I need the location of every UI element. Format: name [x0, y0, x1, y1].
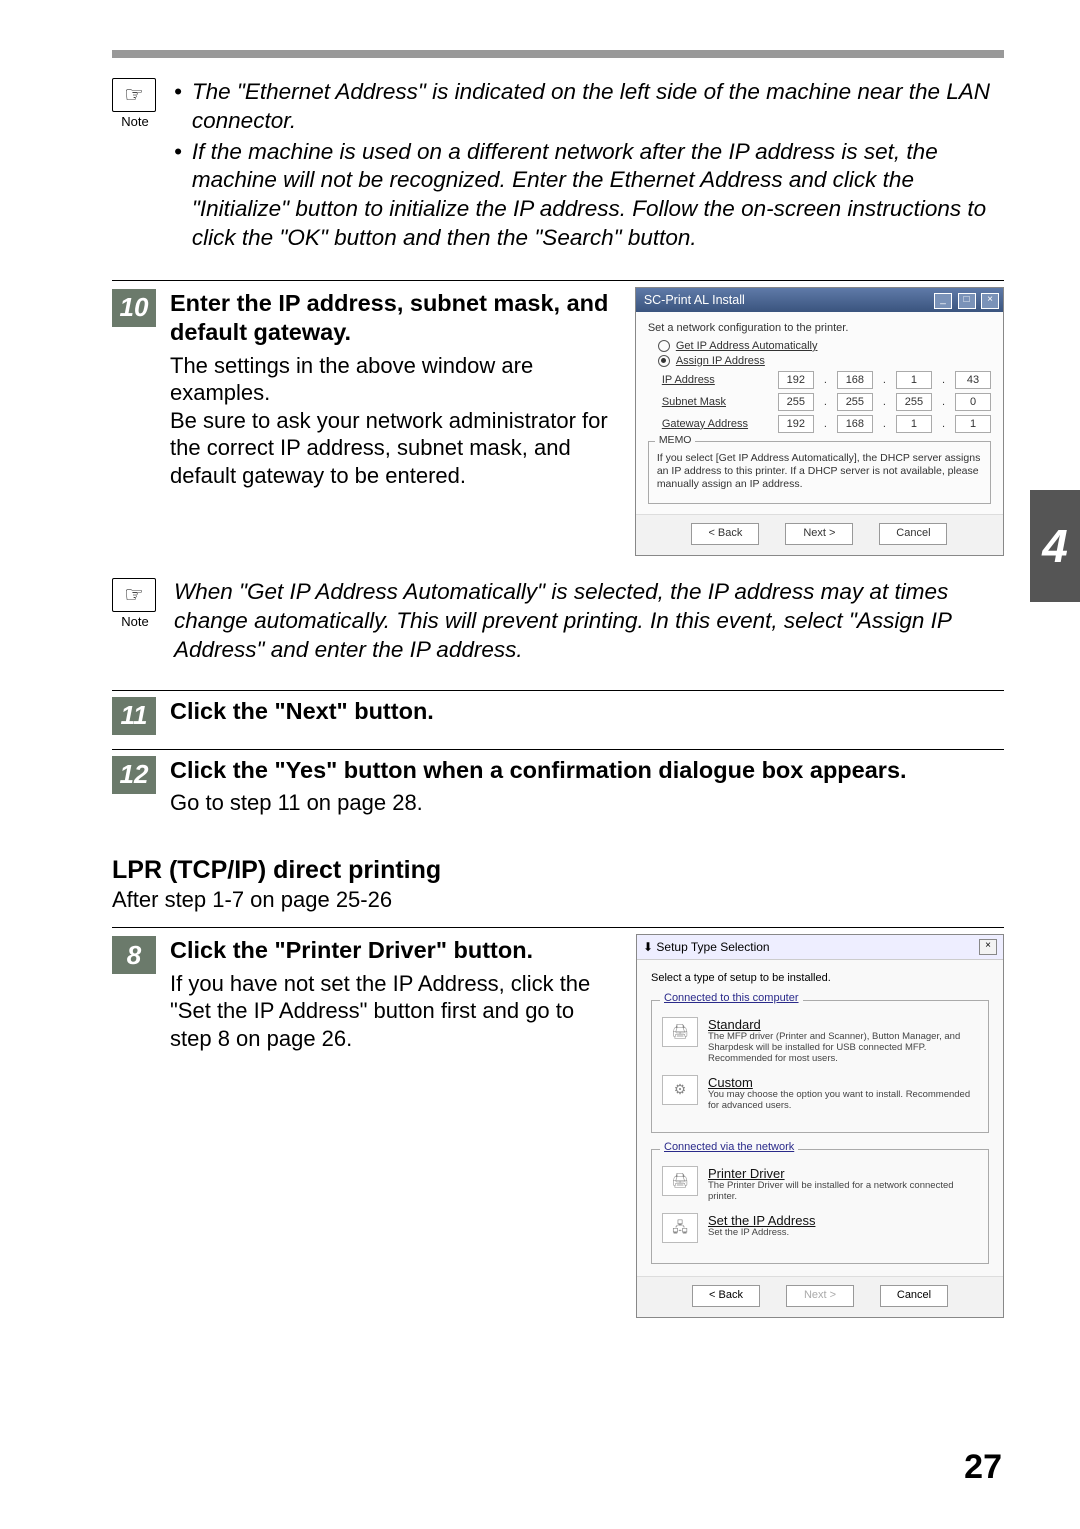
option-custom[interactable]: ⚙ CustomYou may choose the option you wa… [662, 1075, 978, 1112]
gateway-row: Gateway Address 192. 168. 1. 1 [662, 415, 991, 433]
setup-type-dialog: ⬇ Setup Type Selection × Select a type o… [636, 934, 1004, 1317]
header-rule [112, 50, 1004, 58]
back-button[interactable]: < Back [692, 1285, 760, 1307]
ip-octet[interactable]: 1 [896, 371, 932, 389]
section-sub: After step 1-7 on page 25-26 [112, 887, 1004, 913]
hand-point-icon: ☞ [124, 82, 144, 108]
dialog-instruction: Select a type of setup to be installed. [651, 972, 989, 984]
ip-octet[interactable]: 192 [778, 415, 814, 433]
next-button[interactable]: Next > [785, 523, 853, 545]
page-number: 27 [964, 1448, 1002, 1487]
step-11: 11 Click the "Next" button. [112, 697, 1004, 735]
back-button[interactable]: < Back [691, 523, 759, 545]
dialog-title: SC-Print AL Install [644, 293, 745, 307]
cancel-button[interactable]: Cancel [880, 1285, 948, 1307]
ip-octet[interactable]: 168 [837, 371, 873, 389]
step-title: Click the "Yes" button when a confirmati… [170, 756, 1004, 785]
note-bullet: If the machine is used on a different ne… [192, 138, 1004, 253]
ip-octet[interactable]: 43 [955, 371, 991, 389]
divider [112, 927, 1004, 928]
step-text: Be sure to ask your network administrato… [170, 407, 611, 490]
note-block-mid: ☞ Note When "Get IP Address Automaticall… [112, 578, 1004, 664]
note-icon: ☞ Note [112, 578, 158, 629]
radio-assign-ip[interactable]: Assign IP Address [658, 355, 991, 367]
ip-octet[interactable]: 255 [896, 393, 932, 411]
step-text: The settings in the above window are exa… [170, 352, 611, 407]
cancel-button[interactable]: Cancel [879, 523, 947, 545]
step-10: 10 Enter the IP address, subnet mask, an… [112, 289, 611, 489]
group-connected-network: Connected via the network 🖨 Printer Driv… [651, 1149, 989, 1264]
dialog-title: ⬇ Setup Type Selection [643, 940, 770, 954]
group-connected-computer: Connected to this computer 🖨 StandardThe… [651, 1000, 989, 1133]
section-heading: LPR (TCP/IP) direct printing [112, 856, 1004, 885]
divider [112, 690, 1004, 691]
ip-octet[interactable]: 1 [955, 415, 991, 433]
step-title: Enter the IP address, subnet mask, and d… [170, 289, 611, 348]
next-button: Next > [786, 1285, 854, 1307]
ip-address-row: IP Address 192. 168. 1. 43 [662, 371, 991, 389]
minimize-icon[interactable]: _ [934, 293, 952, 309]
maximize-icon[interactable]: □ [958, 293, 976, 309]
step-number: 11 [112, 697, 156, 735]
close-icon[interactable]: × [981, 293, 999, 309]
divider [112, 280, 1004, 281]
window-controls: _ □ × [932, 291, 999, 309]
network-icon: 🖧 [662, 1213, 698, 1243]
step-number: 12 [112, 756, 156, 794]
gear-icon: ⚙ [662, 1075, 698, 1105]
note-label: Note [112, 114, 158, 129]
close-icon[interactable]: × [979, 939, 997, 955]
printer-icon: 🖨 [662, 1166, 698, 1196]
step-title: Click the "Printer Driver" button. [170, 936, 612, 965]
note-icon: ☞ Note [112, 78, 158, 129]
dialog-instruction: Set a network configuration to the print… [648, 322, 991, 334]
step-12: 12 Click the "Yes" button when a confirm… [112, 756, 1004, 817]
step-number: 10 [112, 289, 156, 327]
note-text: When "Get IP Address Automatically" is s… [174, 579, 951, 662]
ip-octet[interactable]: 0 [955, 393, 991, 411]
step-8: 8 Click the "Printer Driver" button. If … [112, 936, 612, 1052]
step-text: If you have not set the IP Address, clic… [170, 970, 612, 1053]
option-standard[interactable]: 🖨 StandardThe MFP driver (Printer and Sc… [662, 1017, 978, 1065]
option-printer-driver[interactable]: 🖨 Printer DriverThe Printer Driver will … [662, 1166, 978, 1203]
ip-octet[interactable]: 1 [896, 415, 932, 433]
hand-point-icon: ☞ [124, 582, 144, 608]
note-block-top: ☞ Note •The "Ethernet Address" is indica… [112, 78, 1004, 255]
option-set-ip[interactable]: 🖧 Set the IP AddressSet the IP Address. [662, 1213, 978, 1243]
step-title: Click the "Next" button. [170, 697, 1004, 726]
ip-config-dialog: SC-Print AL Install _ □ × Set a network … [635, 287, 1004, 556]
ip-octet[interactable]: 168 [837, 415, 873, 433]
radio-get-auto[interactable]: Get IP Address Automatically [658, 340, 991, 352]
note-label: Note [112, 614, 158, 629]
subnet-mask-row: Subnet Mask 255. 255. 255. 0 [662, 393, 991, 411]
printer-icon: 🖨 [662, 1017, 698, 1047]
step-number: 8 [112, 936, 156, 974]
ip-octet[interactable]: 255 [778, 393, 814, 411]
note-bullet: The "Ethernet Address" is indicated on t… [192, 78, 1004, 136]
chapter-thumb-tab: 4 [1030, 490, 1080, 602]
ip-octet[interactable]: 255 [837, 393, 873, 411]
ip-octet[interactable]: 192 [778, 371, 814, 389]
memo-box: MEMO If you select [Get IP Address Autom… [648, 441, 991, 504]
divider [112, 749, 1004, 750]
step-text: Go to step 11 on page 28. [170, 789, 1004, 817]
